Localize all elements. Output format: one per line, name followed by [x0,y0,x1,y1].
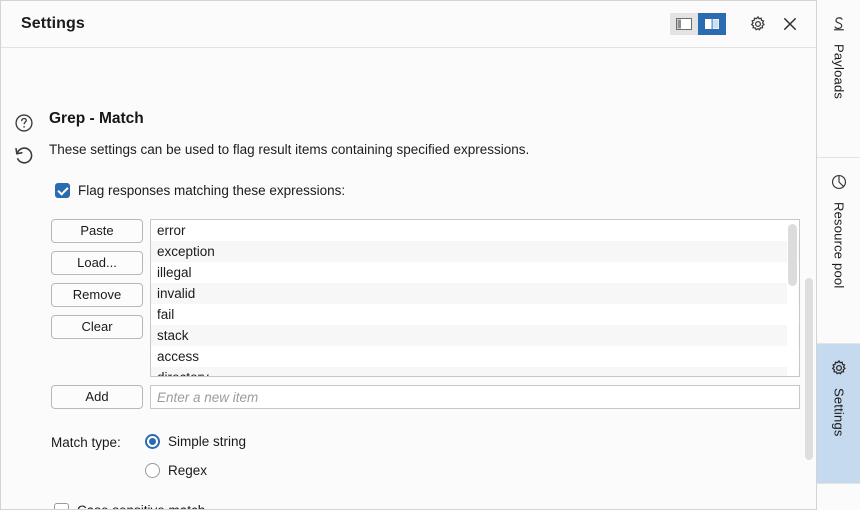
expression-list-scrollbar-thumb[interactable] [788,224,797,286]
section-description: These settings can be used to flag resul… [49,142,530,157]
split-pane-layout-button[interactable] [698,13,726,35]
clear-button[interactable]: Clear [51,315,143,339]
list-item[interactable]: illegal [151,262,799,283]
case-sensitive-checkbox-row[interactable]: Case sensitive match [54,503,205,509]
rail-filler [817,484,860,510]
list-item[interactable]: invalid [151,283,799,304]
section-heading: Grep - Match [49,110,144,127]
add-button[interactable]: Add [51,385,143,409]
undo-reset-icon [15,147,33,164]
match-type-label: Match type: [51,435,121,450]
load-button[interactable]: Load... [51,251,143,275]
flag-responses-checkbox[interactable] [55,183,70,198]
rail-tab-resource-pool-label: Resource pool [831,202,847,289]
right-rail: Payloads Resource pool Settings [816,0,860,510]
list-item[interactable]: directory [151,367,799,376]
paste-button[interactable]: Paste [51,219,143,243]
gear-icon [750,15,765,31]
expression-list-scrollbar[interactable] [787,221,798,376]
case-sensitive-checkbox[interactable] [54,503,69,509]
list-item[interactable]: exception [151,241,799,262]
layout-toggle-group [670,13,726,35]
single-pane-layout-icon [676,18,692,30]
settings-window: Settings Grep - Match These settings can… [0,0,860,510]
page-scrollbar-thumb[interactable] [805,278,813,460]
settings-dialog: Settings Grep - Match These settings can… [0,0,816,510]
case-sensitive-label: Case sensitive match [77,503,205,509]
help-circle-icon [15,114,33,132]
payloads-icon [829,14,849,34]
gutter-icon-group [11,110,41,168]
help-button[interactable] [11,110,37,136]
settings-body: Grep - Match These settings can be used … [1,48,816,509]
rail-tab-settings-label: Settings [831,388,847,437]
remove-button[interactable]: Remove [51,283,143,307]
match-type-simple-string-radio[interactable] [145,434,160,449]
match-type-simple-string-label: Simple string [168,434,247,449]
gear-icon [829,358,849,378]
expression-list-inner: error exception illegal invalid fail stack acc… [151,220,799,376]
close-icon [784,18,796,30]
list-item[interactable]: error [151,220,799,241]
titlebar: Settings [1,1,816,48]
split-pane-layout-icon [704,18,720,30]
match-type-regex-radio[interactable] [145,463,160,478]
reset-button[interactable] [11,142,37,168]
page-scrollbar[interactable] [803,96,815,509]
match-type-regex-row[interactable]: Regex [145,463,207,478]
flag-responses-checkbox-row[interactable]: Flag responses matching these expression… [55,183,345,198]
rail-tab-payloads-label: Payloads [831,44,847,100]
list-item[interactable]: fail [151,304,799,325]
flag-responses-label: Flag responses matching these expression… [78,183,346,198]
expression-list[interactable]: error exception illegal invalid fail stack acc… [150,219,800,377]
list-item[interactable]: access [151,346,799,367]
close-button[interactable] [776,10,804,38]
resource-pool-icon [829,172,849,192]
rail-tab-resource-pool[interactable]: Resource pool [817,158,860,344]
rail-tab-settings[interactable]: Settings [817,344,860,484]
new-item-input[interactable] [150,385,800,409]
rail-tab-payloads[interactable]: Payloads [817,0,860,158]
match-type-simple-string-row[interactable]: Simple string [145,434,246,449]
list-actions-group: Paste Load... Remove Clear [51,219,143,339]
settings-gear-button[interactable] [744,10,772,38]
single-pane-layout-button[interactable] [670,13,698,35]
list-item[interactable]: stack [151,325,799,346]
page-title: Settings [21,15,85,32]
match-type-regex-label: Regex [168,463,208,478]
